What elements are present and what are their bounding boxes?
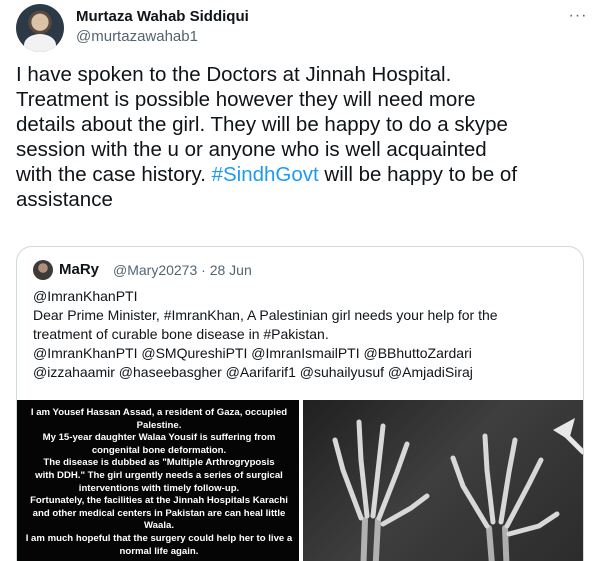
letter-line: The disease is dubbed as "Multiple Arthr… — [43, 457, 275, 469]
letter-line: I am much hopeful that the surgery could… — [25, 532, 293, 544]
tweet-line: assistance — [16, 188, 113, 211]
quoted-avatar — [33, 260, 53, 280]
tweet-line: Treatment is possible however they will … — [16, 88, 476, 111]
author-name[interactable]: Murtaza Wahab Siddiqui — [76, 8, 249, 25]
letter-line: Palestine. — [136, 419, 182, 431]
tweet-line: I have spoken to the Doctors at Jinnah H… — [16, 63, 452, 86]
letter-line: and other medical centers in Pakistan ar… — [32, 507, 286, 519]
quoted-line: @izzahaamir @haseebasgher @Aarifarif1 @s… — [33, 364, 473, 380]
more-options-icon[interactable]: ··· — [564, 4, 592, 28]
author-avatar[interactable] — [16, 4, 64, 52]
letter-line: interventions with timely follow-up. — [78, 482, 240, 494]
letter-line: My 15-year daughter Walaa Yousif is suff… — [42, 432, 276, 444]
quoted-line: treatment of curable bone disease in #Pa… — [33, 326, 329, 342]
tweet-line: session with the u or anyone who is well… — [16, 138, 487, 161]
quoted-line: @ImranKhanPTI — [33, 288, 138, 304]
quoted-tweet[interactable]: MaRy @Mary20273 · 28 Jun @ImranKhanPTI D… — [16, 246, 584, 561]
hashtag-link[interactable]: #SindhGovt — [212, 163, 319, 186]
letter-line: with DDH." The girl urgently needs a ser… — [35, 469, 283, 481]
tweet-line: details about the girl. They will be hap… — [16, 113, 508, 136]
tweet: Murtaza Wahab Siddiqui @murtazawahab1 ··… — [0, 0, 609, 561]
x-ray-hands-image[interactable] — [303, 400, 583, 561]
tweet-line-prefix: with the case history. — [16, 163, 212, 186]
quoted-name: MaRy — [59, 261, 100, 278]
letter-line: normal life again. — [119, 545, 199, 557]
letter-text: I am Yousef Hassan Assad, a resident of … — [23, 407, 295, 558]
media-letter-image[interactable]: I am Yousef Hassan Assad, a resident of … — [17, 400, 299, 561]
tweet-text: I have spoken to the Doctors at Jinnah H… — [16, 62, 601, 212]
quoted-line: @ImranKhanPTI @SMQureshiPTI @ImranIsmail… — [33, 345, 472, 361]
letter-line: I am Yousef Hassan Assad, a resident of … — [30, 407, 288, 418]
author-handle[interactable]: @murtazawahab1 — [76, 28, 198, 45]
quoted-handle-date: @Mary20273 · 28 Jun — [113, 262, 252, 278]
letter-line: Waala. — [143, 520, 175, 532]
quoted-line: Dear Prime Minister, #ImranKhan, A Pales… — [33, 307, 498, 323]
tweet-line-hashtag: with the case history. #SindhGovt will b… — [16, 162, 601, 187]
letter-line: Fortunately, the facilities at the Jinna… — [30, 495, 288, 507]
letter-line: congenital bone deformation. — [91, 444, 227, 456]
tweet-line-suffix: will be happy to be of — [318, 163, 518, 186]
x-ray-illustration — [332, 418, 583, 561]
quoted-text: @ImranKhanPTI Dear Prime Minister, #Imra… — [33, 287, 573, 382]
